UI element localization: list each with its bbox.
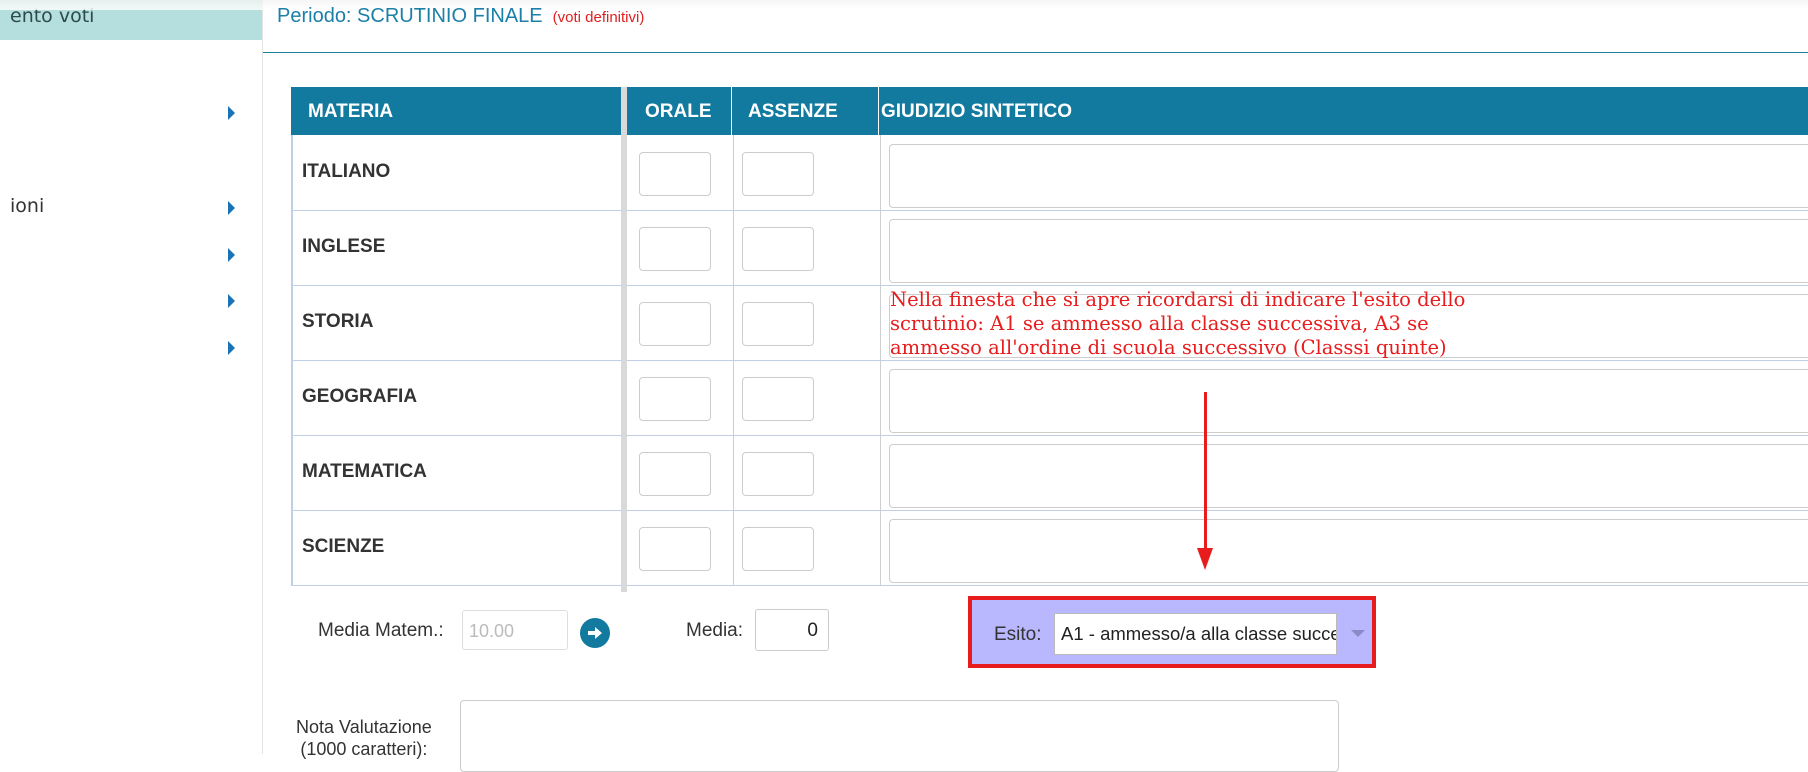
sidebar-item-label: ioni (10, 195, 45, 217)
sidebar: ento voti ioni (0, 0, 263, 754)
top-shadow (0, 0, 1808, 10)
sidebar-item-5[interactable] (0, 333, 262, 363)
header-materia: MATERIA (308, 101, 394, 122)
sidebar-item-3[interactable] (0, 240, 262, 270)
media-matem-field: 10.00 (462, 610, 568, 650)
column-separator (880, 285, 881, 360)
assenze-input[interactable] (742, 302, 814, 346)
column-separator (733, 360, 734, 435)
arrow-head-icon (1197, 548, 1213, 570)
column-separator (880, 510, 881, 585)
column-separator (733, 285, 734, 360)
giudizio-input[interactable] (889, 219, 1808, 283)
table-header: MATERIA ORALE ASSENZE GIUDIZIO SINTETICO (291, 87, 1808, 135)
esito-select[interactable]: A1 - ammesso/a alla classe successiva (1054, 613, 1337, 655)
subject-name: STORIA (302, 311, 374, 332)
caret-right-icon (228, 248, 235, 262)
assenze-input[interactable] (742, 452, 814, 496)
period-divider (263, 52, 1808, 53)
esito-highlight: Esito: A1 - ammesso/a alla classe succes… (968, 596, 1376, 668)
orale-input[interactable] (639, 227, 711, 271)
nota-valutazione-textarea[interactable] (460, 700, 1339, 772)
column-separator (880, 135, 881, 210)
caret-right-icon (228, 201, 235, 215)
nota-label-line2: (1000 caratteri): (300, 739, 428, 759)
table-row: ITALIANO (291, 135, 1808, 211)
orale-input[interactable] (639, 302, 711, 346)
table-row: SCIENZE (291, 510, 1808, 586)
orale-input[interactable] (639, 527, 711, 571)
annotation-note: Nella finesta che si apre ricordarsi di … (890, 288, 1590, 360)
sidebar-item-1[interactable] (0, 98, 262, 128)
assenze-input[interactable] (742, 152, 814, 196)
subject-name: ITALIANO (302, 161, 391, 182)
annotation-line: ammesso all'ordine di scuola successivo … (890, 336, 1447, 359)
column-separator (880, 360, 881, 435)
media-field[interactable]: 0 (755, 609, 829, 651)
assenze-input[interactable] (742, 527, 814, 571)
sidebar-item-4[interactable] (0, 286, 262, 316)
subject-name: MATEMATICA (302, 461, 427, 482)
orale-input[interactable] (639, 377, 711, 421)
media-matem-label: Media Matem.: (318, 620, 444, 641)
column-separator (733, 135, 734, 210)
giudizio-input[interactable] (889, 369, 1808, 433)
assenze-input[interactable] (742, 377, 814, 421)
orale-input[interactable] (639, 152, 711, 196)
giudizio-input[interactable] (889, 144, 1808, 208)
subject-name: GEOGRAFIA (302, 386, 418, 407)
annotation-arrow (1204, 392, 1207, 552)
giudizio-input[interactable] (889, 519, 1808, 583)
subject-name: INGLESE (302, 236, 386, 257)
column-separator (733, 510, 734, 585)
assenze-input[interactable] (742, 227, 814, 271)
header-assenze: ASSENZE (748, 101, 838, 122)
sidebar-item-2[interactable]: ioni (0, 193, 262, 223)
annotation-line: scrutinio: A1 se ammesso alla classe suc… (890, 312, 1429, 335)
column-separator (880, 435, 881, 510)
header-giudizio: GIUDIZIO SINTETICO (881, 101, 1073, 122)
column-separator (733, 210, 734, 285)
caret-right-icon (228, 106, 235, 120)
media-label: Media: (686, 620, 744, 641)
caret-right-icon (228, 341, 235, 355)
table-row: MATEMATICA (291, 435, 1808, 511)
chevron-down-icon[interactable] (1351, 630, 1365, 637)
table-row: INGLESE (291, 210, 1808, 286)
header-separator (731, 87, 732, 135)
nota-label-line1: Nota Valutazione (296, 717, 432, 737)
period-title: Periodo: SCRUTINIO FINALE (voti definitiv… (277, 5, 644, 28)
annotation-line: Nella finesta che si apre ricordarsi di … (890, 288, 1466, 311)
nota-label: Nota Valutazione (1000 caratteri): (296, 716, 432, 760)
header-separator (878, 87, 879, 135)
column-separator (733, 435, 734, 510)
column-separator (880, 210, 881, 285)
giudizio-input[interactable] (889, 444, 1808, 508)
header-orale: ORALE (645, 101, 712, 122)
orale-input[interactable] (639, 452, 711, 496)
caret-right-icon (228, 294, 235, 308)
calculate-button[interactable] (580, 618, 610, 648)
period-subtitle: (voti definitivi) (552, 9, 645, 26)
subject-name: SCIENZE (302, 536, 385, 557)
arrow-right-icon (588, 627, 602, 639)
period-title-text: Periodo: SCRUTINIO FINALE (277, 5, 543, 27)
column-divider (621, 87, 627, 592)
table-row: GEOGRAFIA (291, 360, 1808, 436)
esito-label: Esito: (994, 624, 1042, 645)
